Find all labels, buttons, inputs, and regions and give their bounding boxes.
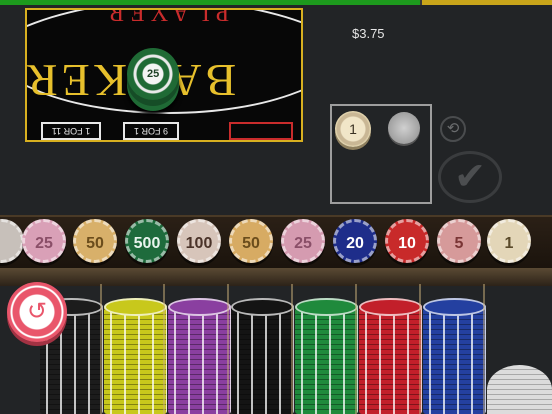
checkmark-icon[interactable]: ✔ [438,151,502,203]
chip-stack-top [359,298,422,316]
tray-divider [355,284,357,414]
rail-chip[interactable]: 500 [125,219,169,263]
rail-chip[interactable]: 5 [437,219,481,263]
red-chip-stack[interactable] [359,306,422,414]
rail-chip[interactable]: 10 [385,219,429,263]
table-bet-chip-label: 25 [147,68,160,80]
coin[interactable] [388,112,420,144]
tray-divider [163,284,165,414]
chip-stack-top [231,298,294,316]
rail-chip[interactable]: 25 [22,219,66,263]
undo-icon[interactable]: ↺ [23,298,51,326]
rail-chip[interactable]: 50 [229,219,273,263]
rail-chip[interactable]: 50 [73,219,117,263]
blue-chip-stack[interactable] [423,306,486,414]
yellow-chip-stack[interactable] [104,306,167,414]
tray-divider [483,284,485,414]
rail-chip[interactable]: 20 [333,219,377,263]
balance-label: $3.75 [352,26,385,41]
bet-progress-fill [0,0,420,5]
chip-stack-top [295,298,358,316]
tray-divider [419,284,421,414]
table-camera-view: PLAYER BANKER 1 FOR 11 9 FOR 1 25 [25,8,303,142]
tray-divider [100,284,102,414]
payout-box: 9 FOR 1 [123,122,179,140]
bet-chip[interactable]: 1 [335,111,371,147]
rail-chip[interactable]: 100 [177,219,221,263]
rail-chip[interactable]: 25 [281,219,325,263]
chip-stack-top [423,298,486,316]
rail-shelf [0,268,552,286]
payout-box [229,122,293,140]
progress-accent [422,0,552,5]
chip-stack-top [104,298,167,316]
green-chip-stack[interactable] [295,306,358,414]
rail-chip[interactable]: 1 [487,219,531,263]
payout-box: 1 FOR 11 [41,122,101,140]
chip-stack-top [168,298,231,316]
black-chip-stack[interactable] [231,306,294,414]
tray-divider [227,284,229,414]
purple-chip-stack[interactable] [168,306,231,414]
tray-divider [291,284,293,414]
white-chip-stack[interactable] [487,365,552,414]
rebet-icon[interactable]: ⟲ [440,116,466,142]
